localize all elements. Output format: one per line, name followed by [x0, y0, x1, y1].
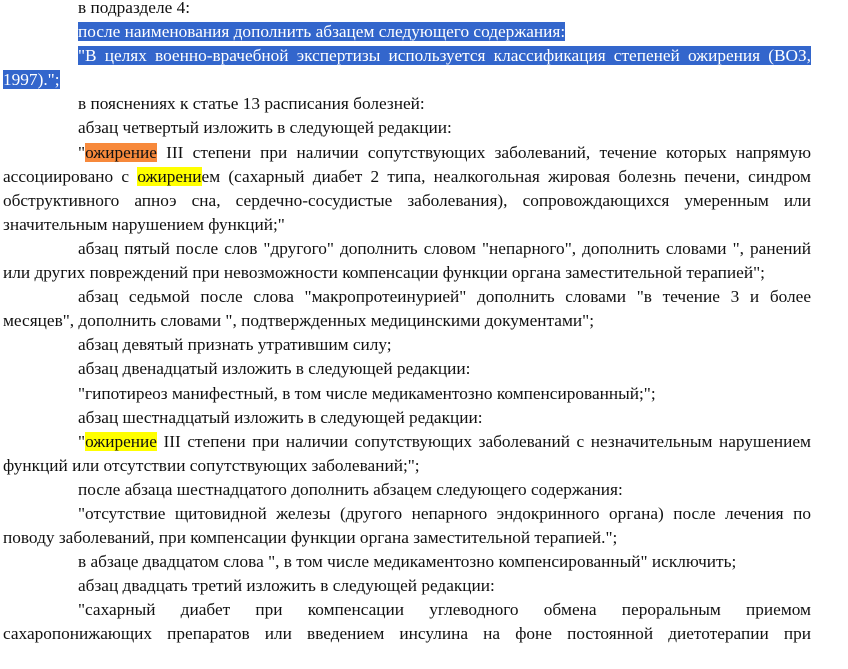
text: " [78, 142, 86, 162]
paragraph: в абзаце двадцатом слова ", в том числе … [78, 552, 737, 572]
text: " [78, 431, 86, 451]
paragraph: в пояснениях к статье 13 расписания боле… [78, 94, 425, 114]
paragraph: абзац седьмой после слова "макропротеину… [3, 287, 811, 331]
document-page[interactable]: в подразделе 4: после наименования допол… [3, 0, 811, 647]
paragraph: абзац пятый после слов "другого" дополни… [3, 238, 811, 283]
paragraph-selected: после наименования дополнить абзацем сле… [3, 20, 811, 44]
paragraph: "отсутствие щитовидной железы (другого н… [3, 503, 811, 548]
search-highlight-match: ожирение [85, 431, 157, 451]
paragraph: абзац двадцать третий изложить в следующ… [78, 576, 495, 596]
paragraph: "ожирение III степени при наличии сопутс… [3, 141, 811, 237]
paragraph-selected: "В целях военно-врачебной экспертизы исп… [3, 44, 811, 92]
search-highlight-current: ожирение [85, 142, 157, 162]
paragraph: после абзаца шестнадцатого дополнить абз… [78, 479, 623, 499]
paragraph: абзац шестнадцатый изложить в следующей … [78, 407, 483, 427]
selected-text: "В целях военно-врачебной экспертизы исп… [3, 46, 811, 90]
paragraph: абзац девятый признать утратившим силу; [78, 335, 392, 355]
paragraph: абзац двенадцатый изложить в следующей р… [78, 359, 471, 379]
paragraph: абзац четвертый изложить в следующей ред… [78, 118, 452, 138]
paragraph: "сахарный диабет при компенсации углевод… [3, 600, 811, 644]
paragraph: в подразделе 4: [78, 0, 191, 17]
selected-text: после наименования дополнить абзацем сле… [78, 22, 566, 42]
paragraph: "ожирение III степени при наличии сопутс… [3, 430, 811, 478]
search-highlight-match: ожирени [137, 166, 202, 186]
paragraph: "гипотиреоз манифестный, в том числе мед… [78, 383, 656, 403]
